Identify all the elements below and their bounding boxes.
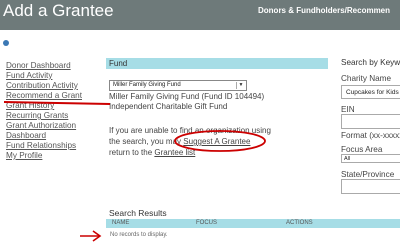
sidebar-item-recurring-grants[interactable]: Recurring Grants [6, 111, 82, 121]
search-results-title: Search Results [109, 208, 167, 218]
no-records-message: No records to display. [110, 232, 168, 238]
charity-name-input[interactable]: Cupcakes for Kids [341, 85, 400, 99]
arrowhead-icon [92, 230, 102, 242]
charity-name-label: Charity Name [341, 74, 392, 83]
fund-select-value: Miller Family Giving Fund [113, 82, 181, 88]
state-province-label: State/Province [341, 170, 395, 179]
suggest-grantee-link[interactable]: Suggest A Grantee [183, 137, 250, 146]
column-header-focus[interactable]: FOCUS [196, 220, 217, 226]
top-bar: Add a Grantee Donors & Fundholders/Recom… [0, 0, 400, 30]
help-text-line1: If you are unable to find an organizatio… [109, 126, 271, 135]
fund-section-title: Fund [109, 59, 128, 68]
search-panel-title: Search by Keywo [341, 58, 400, 67]
help-text-line3: return to the Grantee list [109, 148, 195, 157]
sidebar-item-donor-dashboard[interactable]: Donor Dashboard [6, 61, 82, 71]
page-title: Add a Grantee [3, 1, 114, 20]
fund-section-header: Fund [106, 58, 328, 69]
sidebar-item-recommend-a-grant[interactable]: Recommend a Grant [6, 91, 82, 101]
column-header-name[interactable]: NAME [112, 220, 129, 226]
breadcrumb[interactable]: Donors & Fundholders/Recommen [258, 6, 390, 15]
help-text-line2: the search, you may Suggest A Grantee [109, 137, 250, 146]
globe-icon[interactable] [3, 40, 9, 46]
help-text-prefix: the search, you may [109, 137, 182, 146]
state-province-input[interactable] [341, 179, 400, 194]
fund-type-line: Independent Charitable Gift Fund [109, 102, 228, 111]
sidebar-nav: Donor Dashboard Fund Activity Contributi… [6, 61, 82, 161]
sidebar-item-my-profile[interactable]: My Profile [6, 151, 82, 161]
ein-label: EIN [341, 105, 355, 114]
column-header-actions[interactable]: ACTIONS [286, 220, 313, 226]
chevron-down-icon[interactable]: ▼ [236, 82, 245, 89]
return-prefix: return to the [109, 148, 153, 157]
sidebar-item-grant-authorization[interactable]: Grant Authorization [6, 121, 82, 131]
sidebar-item-fund-activity[interactable]: Fund Activity [6, 71, 82, 81]
fund-name-line: Miller Family Giving Fund (Fund ID 10449… [109, 92, 265, 101]
charity-name-value: Cupcakes for Kids [346, 89, 399, 96]
ein-input[interactable] [341, 114, 400, 129]
sidebar-item-grant-history[interactable]: Grant History [6, 101, 82, 111]
format-label: Format (xx-xxxxx [341, 131, 400, 140]
focus-area-select[interactable]: All [341, 154, 400, 163]
focus-area-value: All [344, 156, 351, 162]
sidebar-item-dashboard[interactable]: Dashboard [6, 131, 82, 141]
focus-area-label: Focus Area [341, 145, 383, 154]
fund-select[interactable]: Miller Family Giving Fund ▼ [109, 80, 247, 91]
sidebar-item-contribution-activity[interactable]: Contribution Activity [6, 81, 82, 91]
results-table-header: NAME FOCUS ACTIONS [106, 219, 400, 228]
grantee-list-link[interactable]: Grantee list [154, 148, 195, 157]
sidebar-item-fund-relationships[interactable]: Fund Relationships [6, 141, 82, 151]
